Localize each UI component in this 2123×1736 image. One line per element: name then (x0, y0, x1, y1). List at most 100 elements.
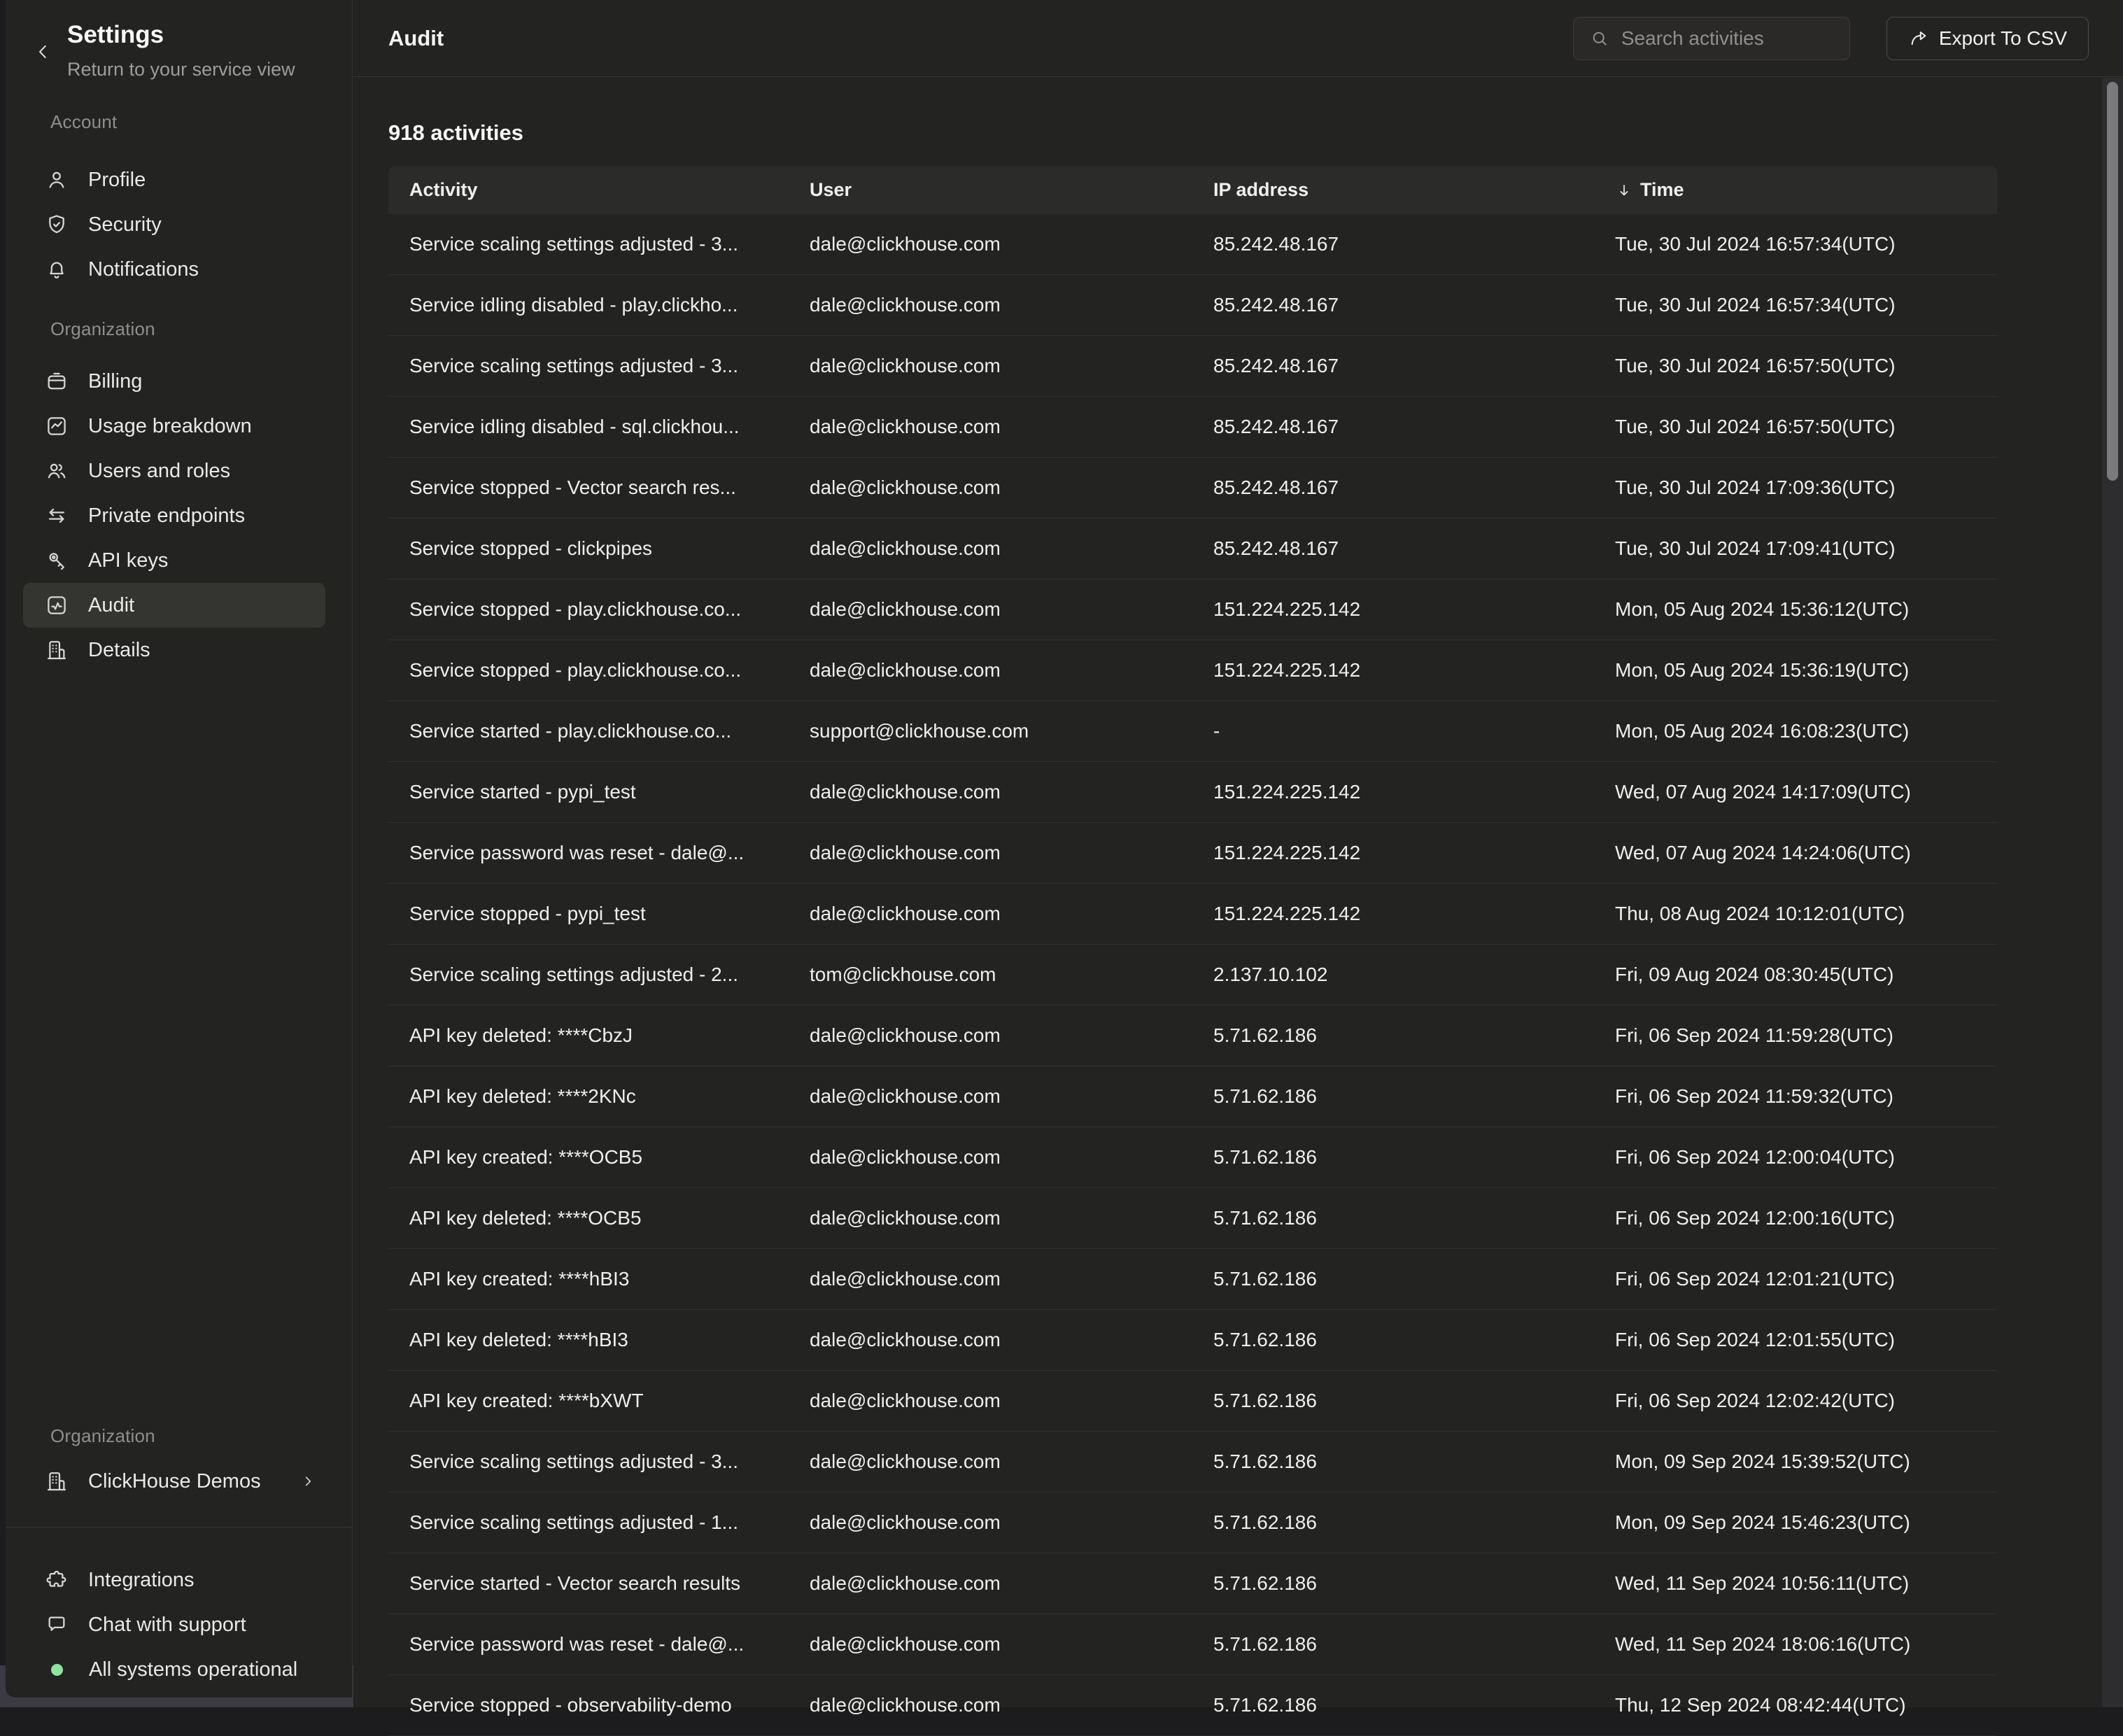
table-row: Service started - play.clickhouse.co... … (388, 701, 1997, 762)
column-header-user[interactable]: User (789, 166, 1192, 214)
sidebar-item-label: Usage breakdown (88, 415, 252, 438)
sidebar-item-profile[interactable]: Profile (23, 157, 325, 202)
sidebar-item-audit[interactable]: Audit (23, 583, 325, 628)
table-row: Service started - pypi_test dale@clickho… (388, 762, 1997, 823)
table-row: Service stopped - Vector search res... d… (388, 458, 1997, 518)
chart-square-icon (45, 414, 69, 438)
cell-activity: Service password was reset - dale@... (388, 823, 789, 883)
sidebar-item-security[interactable]: Security (23, 202, 325, 247)
cell-activity: Service scaling settings adjusted - 3... (388, 336, 789, 396)
table-row: Service stopped - observability-demo dal… (388, 1675, 1997, 1736)
cell-time: Tue, 30 Jul 2024 16:57:50(UTC) (1594, 336, 1997, 396)
search-box[interactable] (1573, 17, 1850, 60)
table-row: Service stopped - play.clickhouse.co... … (388, 579, 1997, 640)
cell-time: Mon, 09 Sep 2024 15:46:23(UTC) (1594, 1492, 1997, 1553)
org-switcher-nav: ClickHouse Demos (6, 1459, 352, 1504)
sidebar-item-billing[interactable]: Billing (23, 359, 325, 404)
sidebar-item-label: Chat with support (88, 1614, 246, 1637)
sidebar-title: Settings (67, 21, 164, 49)
cell-ip-address: 5.71.62.186 (1192, 1675, 1594, 1735)
sidebar-item-private-endpoints[interactable]: Private endpoints (23, 493, 325, 538)
cell-ip-address: 85.242.48.167 (1192, 336, 1594, 396)
cell-user: dale@clickhouse.com (789, 1614, 1192, 1674)
table-row: API key created: ****OCB5 dale@clickhous… (388, 1127, 1997, 1188)
table-body: Service scaling settings adjusted - 3...… (388, 214, 1997, 1736)
column-header-ip-address[interactable]: IP address (1192, 166, 1594, 214)
sidebar-item-usage-breakdown[interactable]: Usage breakdown (23, 404, 325, 449)
cell-time: Mon, 05 Aug 2024 15:36:12(UTC) (1594, 579, 1997, 640)
cell-ip-address: 85.242.48.167 (1192, 214, 1594, 274)
sidebar-item-label: Notifications (88, 258, 199, 281)
cell-ip-address: 85.242.48.167 (1192, 518, 1594, 579)
cell-time: Tue, 30 Jul 2024 17:09:36(UTC) (1594, 458, 1997, 518)
cell-time: Fri, 06 Sep 2024 12:02:42(UTC) (1594, 1371, 1997, 1431)
cell-activity: Service stopped - Vector search res... (388, 458, 789, 518)
building-icon (45, 638, 69, 662)
sidebar-item-users-and-roles[interactable]: Users and roles (23, 449, 325, 493)
table-row: Service scaling settings adjusted - 3...… (388, 1432, 1997, 1492)
cell-activity: Service password was reset - dale@... (388, 1614, 789, 1674)
cell-ip-address: 2.137.10.102 (1192, 945, 1594, 1005)
sidebar-item-integrations[interactable]: Integrations (23, 1558, 325, 1602)
sidebar-subtitle: Return to your service view (67, 59, 295, 80)
cell-ip-address: 85.242.48.167 (1192, 275, 1594, 335)
swap-arrows-icon (45, 504, 69, 528)
status-dot (51, 1664, 63, 1676)
table-row: Service stopped - clickpipes dale@clickh… (388, 518, 1997, 579)
org-switcher-clickhouse-demos[interactable]: ClickHouse Demos (23, 1459, 325, 1504)
back-button[interactable] (29, 38, 57, 66)
table-row: Service stopped - pypi_test dale@clickho… (388, 884, 1997, 945)
cell-activity: Service stopped - clickpipes (388, 518, 789, 579)
export-to-csv-button[interactable]: Export To CSV (1886, 17, 2089, 60)
cell-time: Fri, 06 Sep 2024 12:01:55(UTC) (1594, 1310, 1997, 1370)
cell-ip-address: 5.71.62.186 (1192, 1005, 1594, 1066)
sidebar-item-label: Users and roles (88, 460, 230, 483)
cell-user: dale@clickhouse.com (789, 1371, 1192, 1431)
settings-sidebar: Settings Return to your service view Acc… (6, 0, 353, 1698)
cell-user: dale@clickhouse.com (789, 762, 1192, 822)
sidebar-item-label: Private endpoints (88, 504, 245, 528)
column-header-time[interactable]: Time (1594, 166, 1997, 214)
cell-ip-address: 151.224.225.142 (1192, 762, 1594, 822)
cell-activity: API key created: ****bXWT (388, 1371, 789, 1431)
cell-ip-address: 5.71.62.186 (1192, 1492, 1594, 1553)
activity-square-icon (45, 593, 69, 617)
cell-user: dale@clickhouse.com (789, 1066, 1192, 1127)
sidebar-item-api-keys[interactable]: API keys (23, 538, 325, 583)
cell-time: Thu, 08 Aug 2024 10:12:01(UTC) (1594, 884, 1997, 944)
table-row: API key deleted: ****hBI3 dale@clickhous… (388, 1310, 1997, 1371)
chevron-right-icon (299, 1472, 317, 1490)
sidebar-item-system-status[interactable]: All systems operational (23, 1647, 325, 1692)
search-input[interactable] (1621, 27, 1874, 50)
cell-ip-address: 5.71.62.186 (1192, 1310, 1594, 1370)
chat-bubble-icon (45, 1613, 69, 1637)
cell-time: Fri, 09 Aug 2024 08:30:45(UTC) (1594, 945, 1997, 1005)
cell-activity: API key deleted: ****2KNc (388, 1066, 789, 1127)
sidebar-item-label: Security (88, 213, 162, 237)
cell-user: dale@clickhouse.com (789, 1553, 1192, 1614)
cell-user: dale@clickhouse.com (789, 458, 1192, 518)
column-header-activity[interactable]: Activity (388, 166, 789, 214)
cell-time: Fri, 06 Sep 2024 12:01:21(UTC) (1594, 1249, 1997, 1309)
sidebar-item-label: Audit (88, 594, 134, 617)
cell-user: dale@clickhouse.com (789, 275, 1192, 335)
cell-ip-address: 5.71.62.186 (1192, 1127, 1594, 1187)
cell-time: Fri, 06 Sep 2024 12:00:04(UTC) (1594, 1127, 1997, 1187)
cell-activity: API key created: ****hBI3 (388, 1249, 789, 1309)
page-title: Audit (388, 26, 444, 51)
scrollbar-thumb[interactable] (2107, 82, 2118, 481)
table-header-row: Activity User IP address Time (388, 166, 1997, 214)
cell-ip-address: 5.71.62.186 (1192, 1553, 1594, 1614)
sidebar-item-notifications[interactable]: Notifications (23, 247, 325, 292)
bell-icon (45, 257, 69, 281)
sidebar-item-details[interactable]: Details (23, 628, 325, 672)
cell-user: dale@clickhouse.com (789, 1675, 1192, 1735)
sidebar-item-chat-with-support[interactable]: Chat with support (23, 1602, 325, 1647)
org-switcher-label: ClickHouse Demos (88, 1470, 261, 1493)
audit-table: Activity User IP address Time (388, 166, 1997, 1736)
shield-check-icon (45, 213, 69, 237)
cell-user: tom@clickhouse.com (789, 945, 1192, 1005)
table-row: API key deleted: ****OCB5 dale@clickhous… (388, 1188, 1997, 1249)
table-row: API key created: ****bXWT dale@clickhous… (388, 1371, 1997, 1432)
cell-ip-address: 5.71.62.186 (1192, 1432, 1594, 1492)
